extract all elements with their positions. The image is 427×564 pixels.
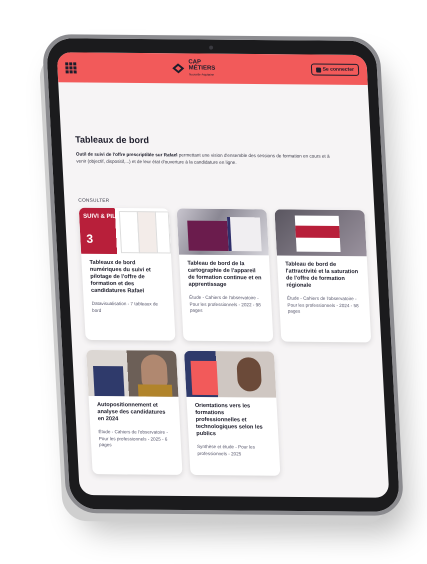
card-meta: Synthèse et étude - Pour les professionn… [196,444,256,456]
top-bar: CAP MÉTIERS Nouvelle-Aquitaine Se connec… [56,52,368,86]
brand-text: CAP MÉTIERS Nouvelle-Aquitaine [188,59,216,77]
intro-text: Outil de suivi de l'offre prescriptible … [76,152,341,167]
brand-tagline: Nouvelle-Aquitaine [188,72,215,77]
section-label: CONSULTER [78,198,110,204]
brand-mark-icon [172,63,185,74]
card-meta: Étude - Cahiers de l'observatoire - Pour… [286,295,359,314]
user-icon [315,67,321,73]
apps-grid-icon[interactable] [65,61,77,73]
card-thumbnail [274,209,367,257]
card-meta: Datavisualisation - 7 tableaux de bord [91,300,159,313]
card-dashboards-rafael[interactable]: SUIVI & PILOTAGE 3 Tableaux de bord numé… [78,207,176,341]
card-title: Tableaux de bord numériques du suivi et … [89,259,151,295]
intro-bold: Outil de suivi de l'offre prescriptible … [75,151,178,158]
card-title: Autopositionnement et analyse des candid… [96,402,166,423]
card-thumbnail: SUIVI & PILOTAGE 3 [78,207,172,255]
main-content: Tableaux de bord Outil de suivi de l'off… [58,82,388,476]
card-meta: Étude - Cahiers de l'observatoire - Pour… [98,429,169,448]
card-title: Tableau de bord de l'attractivité et la … [285,261,359,289]
page-title: Tableaux de bord [74,134,150,146]
card-meta: Étude - Cahiers de l'observatoire - Pour… [189,294,261,313]
card-self-assessment[interactable]: Autopositionnement et analyse des candid… [86,349,183,475]
brand-logo[interactable]: CAP MÉTIERS Nouvelle-Aquitaine [171,59,216,77]
thumb-number: 3 [85,231,94,246]
stage: CAP MÉTIERS Nouvelle-Aquitaine Se connec… [0,0,427,564]
card-cartography[interactable]: Tableau de bord de la cartographie de l'… [176,208,274,342]
tablet-device: CAP MÉTIERS Nouvelle-Aquitaine Se connec… [41,34,405,516]
card-title: Tableau de bord de la cartographie de l'… [187,260,262,289]
card-thumbnail [86,349,179,397]
screen: CAP MÉTIERS Nouvelle-Aquitaine Se connec… [56,52,390,498]
login-button[interactable]: Se connecter [310,63,360,76]
card-thumbnail [176,208,269,256]
card-thumbnail [184,350,277,398]
card-attractiveness[interactable]: Tableau de bord de l'attractivité et la … [274,209,372,343]
camera-icon [209,45,214,50]
card-title: Orientations vers les formations profess… [194,402,263,438]
card-grid: SUIVI & PILOTAGE 3 Tableaux de bord numé… [78,207,375,477]
login-button-label: Se connecter [322,66,355,73]
card-orientations[interactable]: Orientations vers les formations profess… [184,350,281,476]
